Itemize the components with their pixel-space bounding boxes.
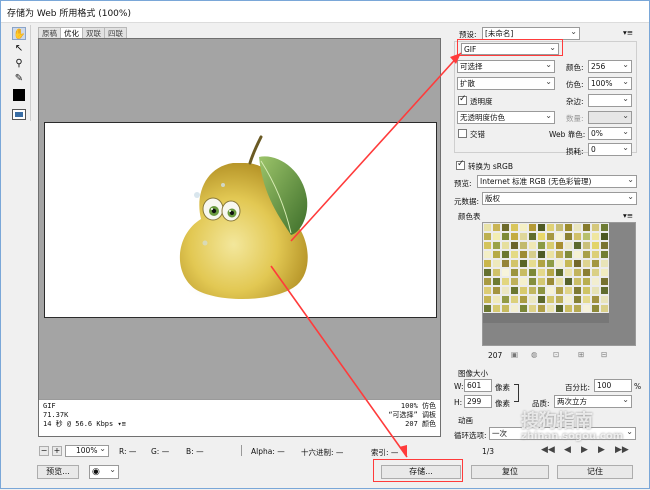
- annotation-arrows: [270, 52, 462, 458]
- arrow-to-format: [290, 52, 462, 242]
- arrow-to-save: [270, 265, 408, 458]
- save-for-web-dialog: 存储为 Web 所用格式 (100%) ✋ ↖ ⚲ ✎ 原稿优化双联四联: [0, 0, 650, 489]
- arrow-head-save: [399, 445, 407, 457]
